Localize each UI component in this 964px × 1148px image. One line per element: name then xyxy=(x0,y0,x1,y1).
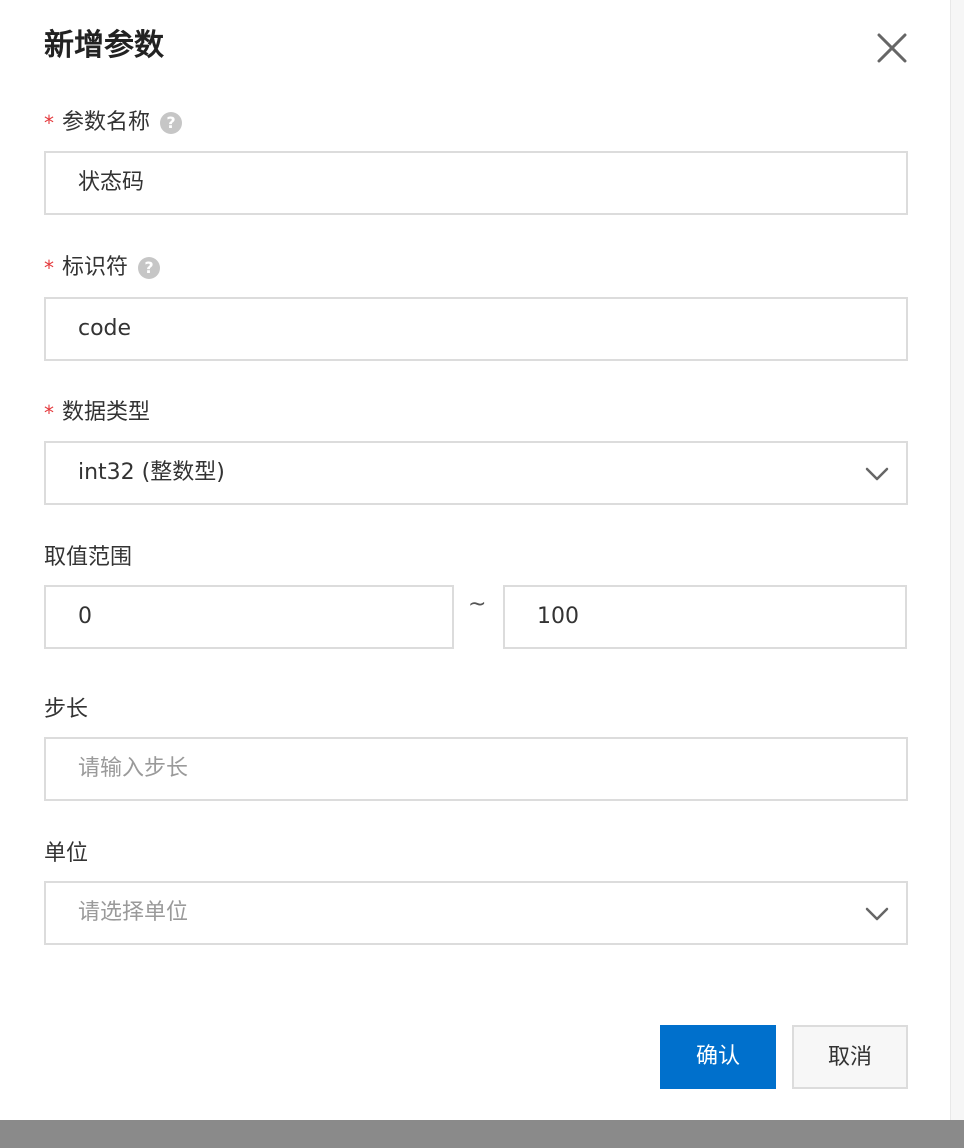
chevron-down-icon xyxy=(865,467,889,481)
identifier-label: * 标识符 ? xyxy=(44,253,161,283)
value-range-label: 取值范围 xyxy=(44,545,133,570)
identifier-label-text: 标识符 xyxy=(62,255,129,280)
background-page-edge xyxy=(950,0,964,1148)
add-parameter-dialog: 新增参数 * 参数名称 ? 状态码 * 标识符 ? code * 数据类型 in… xyxy=(0,0,950,1120)
step-input[interactable]: 请输入步长 xyxy=(44,737,908,801)
unit-label: 单位 xyxy=(44,841,89,866)
required-mark: * xyxy=(44,256,54,280)
chevron-down-icon xyxy=(865,907,889,921)
range-max-input[interactable]: 100 xyxy=(503,585,907,649)
dialog-title: 新增参数 xyxy=(44,28,164,63)
data-type-select[interactable]: int32 (整数型) xyxy=(44,441,908,505)
range-separator: ~ xyxy=(468,592,487,617)
required-mark: * xyxy=(44,401,54,425)
unit-placeholder: 请选择单位 xyxy=(78,900,189,925)
param-name-label-text: 参数名称 xyxy=(62,110,151,135)
modal-overlay xyxy=(0,1120,964,1148)
help-icon[interactable]: ? xyxy=(160,112,183,134)
close-button[interactable] xyxy=(872,28,912,68)
confirm-button[interactable]: 确认 xyxy=(660,1025,776,1089)
data-type-selected-value: int32 (整数型) xyxy=(78,460,225,485)
identifier-input[interactable]: code xyxy=(44,297,908,361)
close-icon xyxy=(877,33,907,63)
cancel-button[interactable]: 取消 xyxy=(792,1025,908,1089)
required-mark: * xyxy=(44,111,54,135)
unit-select[interactable]: 请选择单位 xyxy=(44,881,908,945)
data-type-label: * 数据类型 xyxy=(44,398,150,428)
range-min-input[interactable]: 0 xyxy=(44,585,454,649)
page: 新增参数 * 参数名称 ? 状态码 * 标识符 ? code * 数据类型 in… xyxy=(0,0,964,1148)
step-label: 步长 xyxy=(44,697,89,722)
param-name-label: * 参数名称 ? xyxy=(44,108,183,138)
data-type-label-text: 数据类型 xyxy=(62,400,151,425)
param-name-input[interactable]: 状态码 xyxy=(44,151,908,215)
help-icon[interactable]: ? xyxy=(138,257,161,279)
